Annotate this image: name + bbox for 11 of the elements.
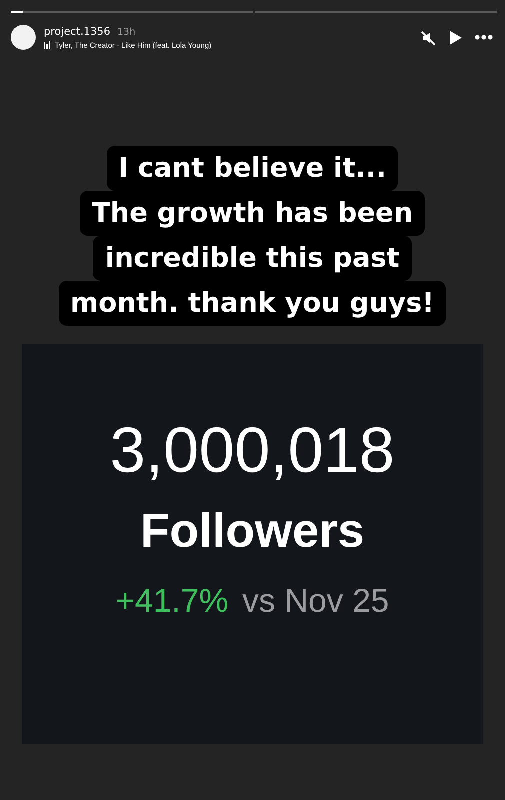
more-options-icon[interactable] <box>475 35 493 40</box>
muted-speaker-icon[interactable] <box>421 30 437 46</box>
play-icon[interactable] <box>449 30 463 46</box>
comparison-text: vs Nov 25 <box>242 582 390 620</box>
equalizer-icon <box>44 41 51 49</box>
post-time: 13h <box>118 26 136 38</box>
avatar[interactable] <box>11 25 36 50</box>
follower-count: 3,000,018 <box>110 414 395 486</box>
username[interactable]: project.1356 <box>44 26 111 38</box>
followers-label: Followers <box>140 504 365 560</box>
growth-percentage: +41.7% <box>116 582 229 620</box>
